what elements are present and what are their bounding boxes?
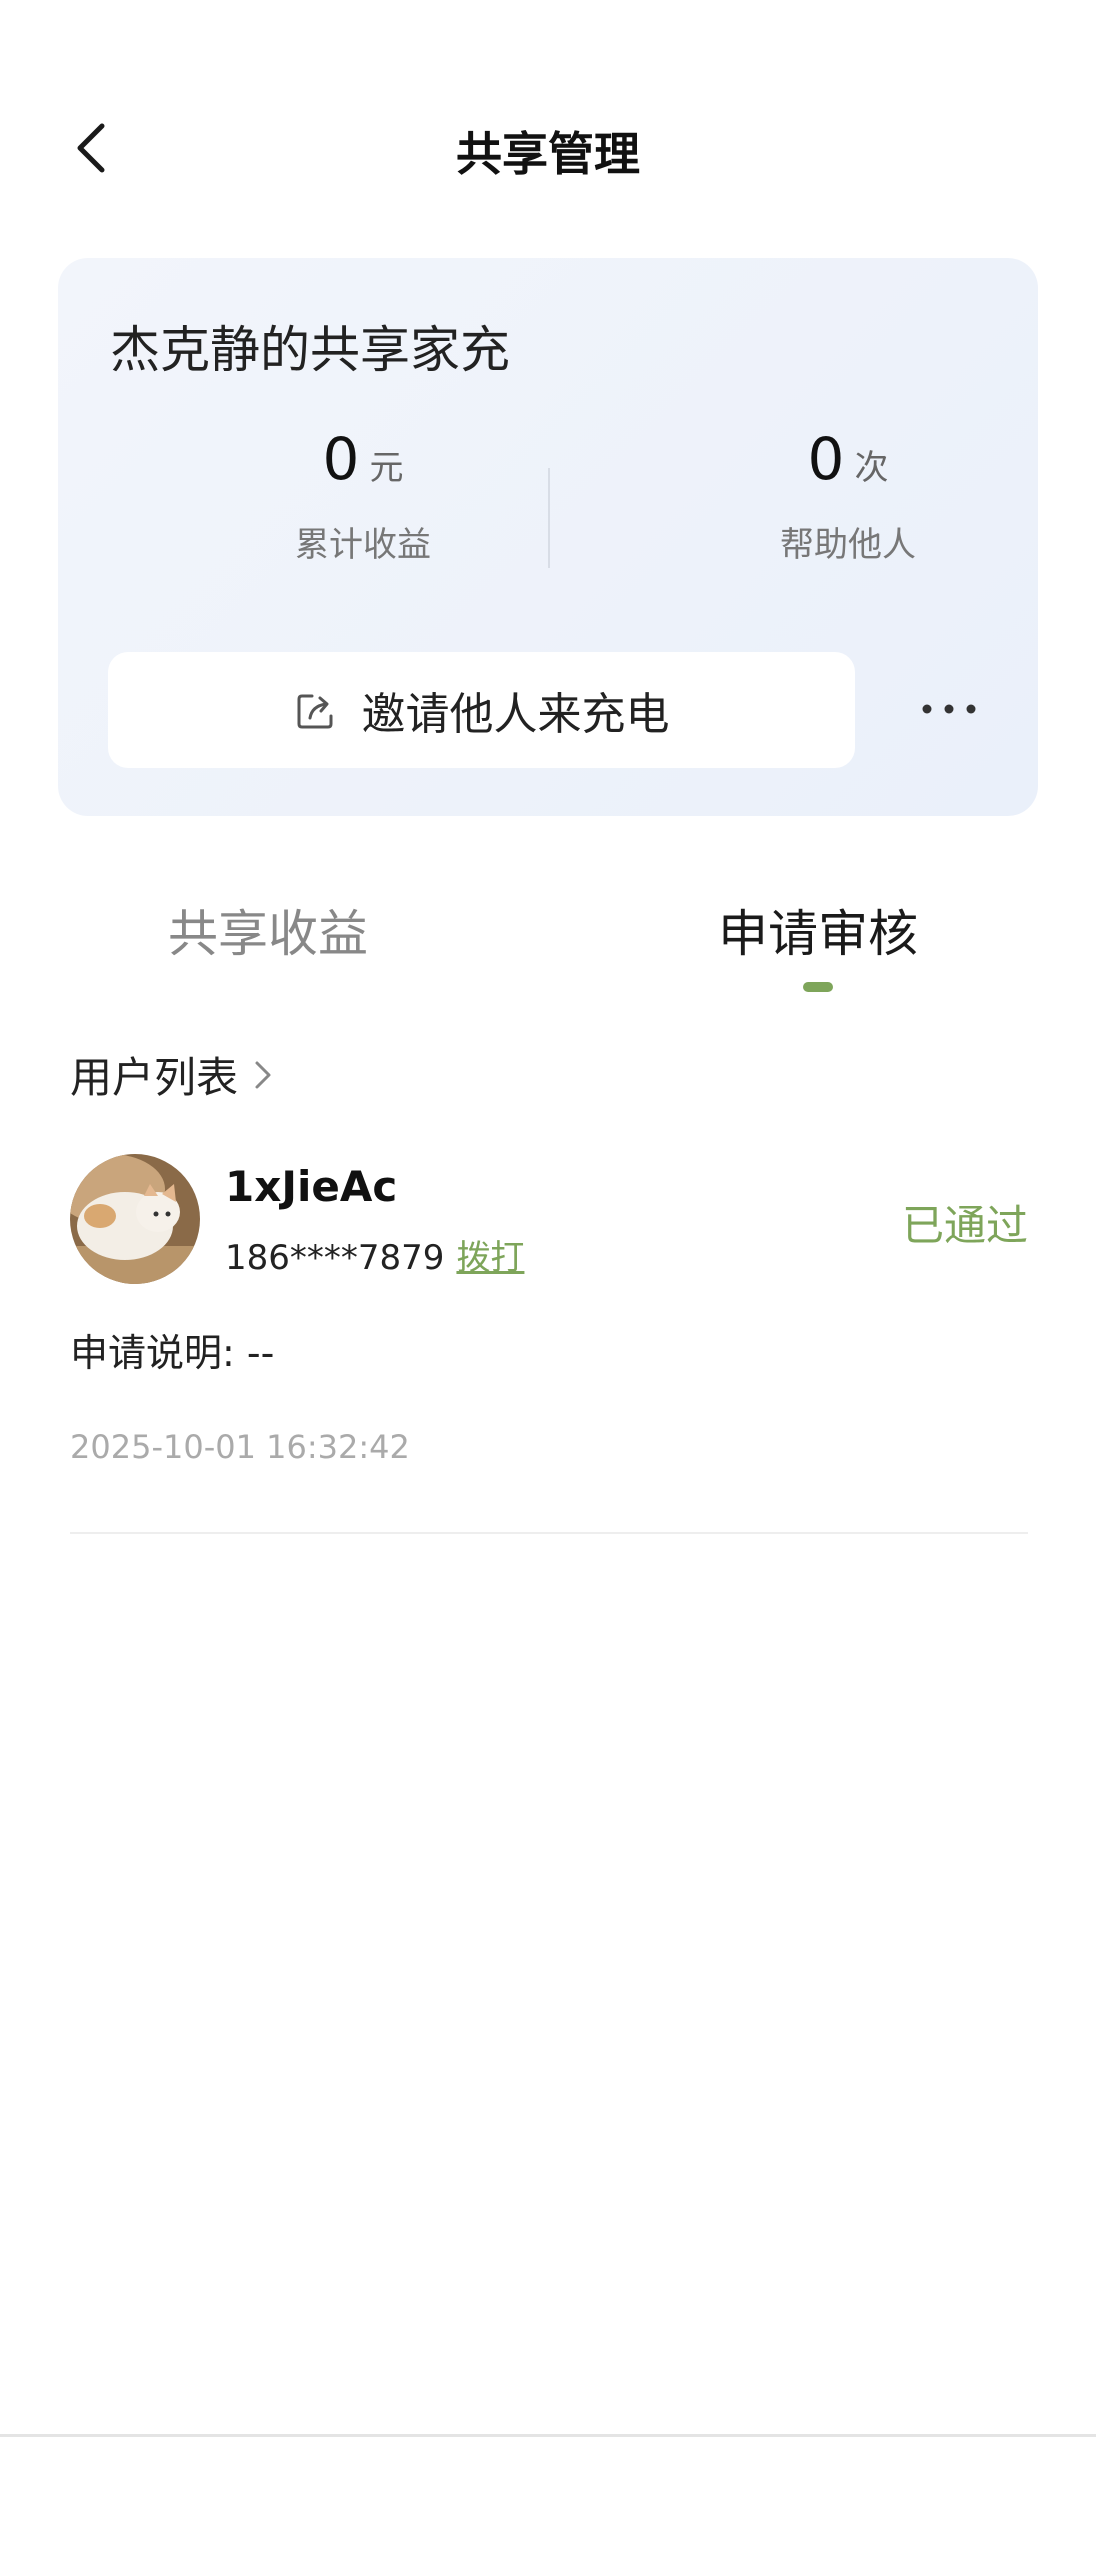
helped-stat: 0次 帮助他人 bbox=[698, 430, 998, 566]
more-dots-icon bbox=[919, 701, 979, 720]
tab-bar: 共享收益 申请审核 bbox=[0, 880, 1096, 1010]
stat-divider bbox=[548, 468, 550, 568]
phone-row: 186****7879 拨打 bbox=[225, 1230, 524, 1279]
bottom-divider bbox=[0, 2434, 1096, 2437]
tab-application-review[interactable]: 申请审核 bbox=[618, 894, 1018, 966]
helped-label: 帮助他人 bbox=[780, 525, 916, 565]
application-description: 申请说明: -- bbox=[70, 1331, 275, 1375]
top-nav-bar: 共享管理 bbox=[0, 90, 1096, 210]
tab-share-earnings[interactable]: 共享收益 bbox=[68, 894, 468, 966]
status-badge: 已通过 bbox=[901, 1201, 1028, 1250]
call-link[interactable]: 拨打 bbox=[456, 1238, 524, 1278]
chevron-right-icon bbox=[252, 1058, 274, 1092]
page-title: 共享管理 bbox=[456, 127, 640, 181]
helped-value: 0 bbox=[807, 425, 845, 493]
user-list-label: 用户列表 bbox=[70, 1053, 239, 1102]
card-title: 杰克静的共享家充 bbox=[110, 321, 510, 379]
invite-button[interactable]: 邀请他人来充电 bbox=[108, 652, 855, 768]
share-icon bbox=[294, 688, 338, 732]
application-record: 1xJieAc 186****7879 拨打 已通过 申请说明: -- 2025-… bbox=[70, 1150, 1028, 1534]
user-list-link[interactable]: 用户列表 bbox=[70, 1044, 274, 1105]
share-summary-card: 杰克静的共享家充 0元 累计收益 0次 帮助他人 邀请他人来充电 bbox=[58, 258, 1038, 816]
username: 1xJieAc bbox=[225, 1162, 398, 1211]
active-tab-indicator bbox=[803, 982, 833, 992]
more-button[interactable] bbox=[904, 670, 994, 750]
phone-number: 186****7879 bbox=[225, 1238, 445, 1278]
avatar bbox=[70, 1154, 200, 1284]
earnings-value: 0 bbox=[322, 425, 360, 493]
timestamp: 2025-10-01 16:32:42 bbox=[70, 1428, 410, 1466]
earnings-label: 累计收益 bbox=[295, 525, 431, 565]
earnings-stat: 0元 累计收益 bbox=[213, 430, 513, 566]
invite-label: 邀请他人来充电 bbox=[361, 689, 670, 740]
helped-unit: 次 bbox=[854, 448, 889, 488]
earnings-unit: 元 bbox=[369, 448, 404, 488]
